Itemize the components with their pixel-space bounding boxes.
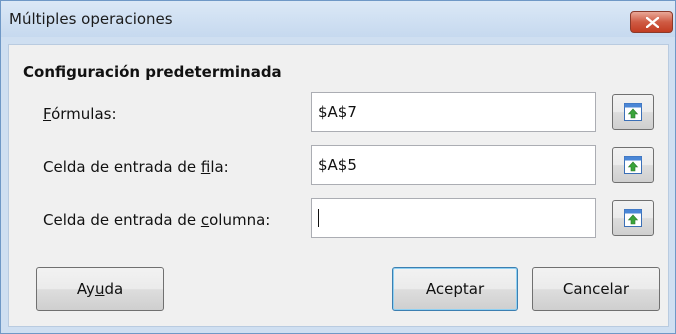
row-input-cell-value: $A$5 — [318, 156, 357, 174]
section-title: Configuración predeterminada — [23, 63, 282, 81]
shrink-range-icon — [624, 103, 642, 121]
row-input-shrink-button[interactable] — [612, 147, 654, 183]
formulas-value: $A$7 — [318, 103, 357, 121]
column-input-shrink-button[interactable] — [612, 200, 654, 236]
ok-button[interactable]: Aceptar — [392, 267, 518, 311]
formulas-label: Fórmulas: — [43, 105, 117, 123]
formulas-shrink-button[interactable] — [612, 94, 654, 130]
close-button[interactable] — [630, 11, 673, 33]
shrink-range-icon — [624, 209, 642, 227]
row-input-cell-label: Celda de entrada de fila: — [43, 158, 229, 176]
column-input-cell-label: Celda de entrada de columna: — [43, 211, 271, 229]
text-caret — [318, 209, 319, 227]
formulas-field[interactable]: $A$7 — [311, 92, 596, 132]
dialog-window: Múltiples operaciones Configuración pred… — [0, 0, 676, 334]
window-title: Múltiples operaciones — [9, 10, 173, 28]
shrink-range-icon — [624, 156, 642, 174]
dialog-body: Configuración predeterminada Fórmulas: $… — [8, 44, 669, 327]
close-icon — [646, 17, 659, 28]
title-bar[interactable]: Múltiples operaciones — [1, 1, 675, 37]
row-input-cell-field[interactable]: $A$5 — [311, 145, 596, 185]
cancel-button[interactable]: Cancelar — [532, 267, 660, 311]
help-button[interactable]: Ayuda — [36, 267, 164, 311]
column-input-cell-field[interactable] — [311, 198, 596, 238]
